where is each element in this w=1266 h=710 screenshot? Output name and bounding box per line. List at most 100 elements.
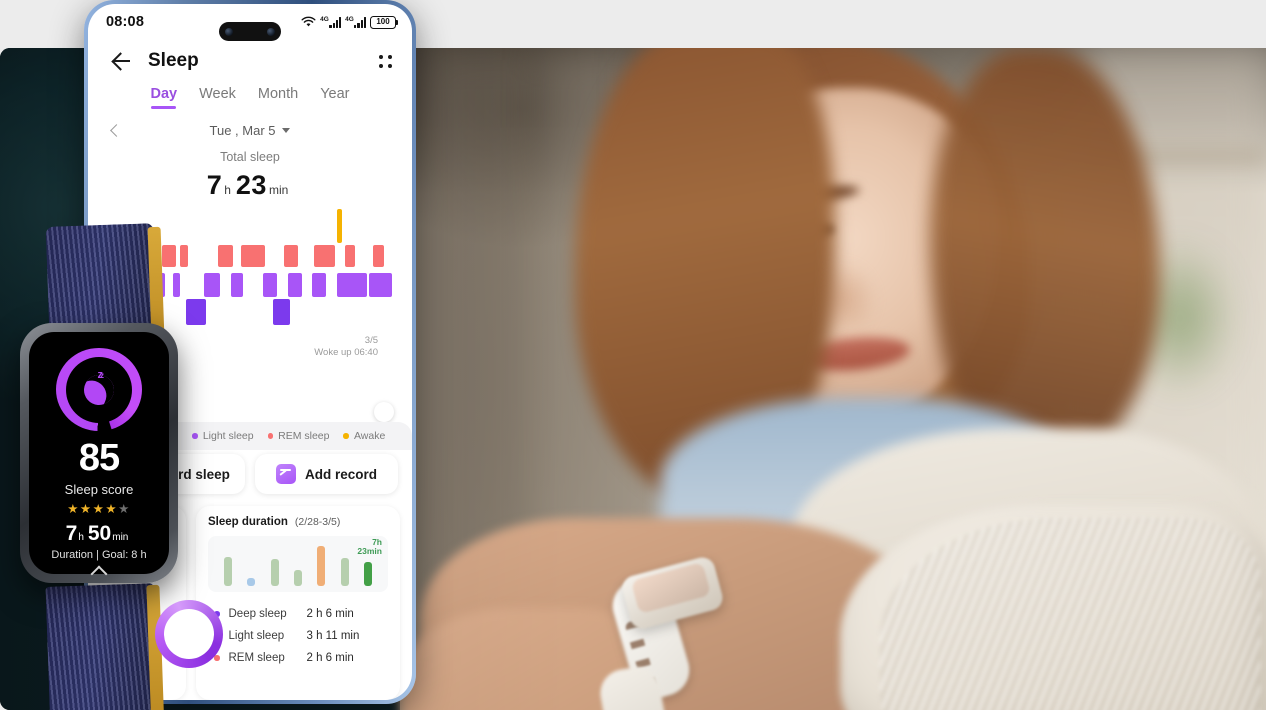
stage-name-rem: REM sleep bbox=[228, 652, 285, 664]
watch-duration-hours-unit: h bbox=[78, 532, 84, 544]
stage-name-light: Light sleep bbox=[228, 630, 285, 642]
legend-label-awake: Awake bbox=[353, 430, 386, 442]
tab-month[interactable]: Month bbox=[258, 86, 298, 109]
hypnogram-segment bbox=[313, 245, 336, 267]
hypnogram-segment bbox=[204, 273, 220, 297]
hypnogram-annotation: 3/5 Woke up 06:40 bbox=[314, 335, 378, 359]
stage-value-deep: 2 h 6 min bbox=[306, 608, 354, 620]
status-bar: 08:08 4G 4G 100 bbox=[88, 4, 412, 41]
watch-screen[interactable]: zz 85 Sleep score ★★★★★ 7h 50min Duration… bbox=[29, 332, 169, 574]
chevron-down-icon[interactable] bbox=[282, 128, 291, 133]
duration-bar bbox=[340, 557, 349, 586]
selected-date[interactable]: Tue , Mar 5 bbox=[210, 123, 276, 138]
watch-duration-hours: 7 bbox=[65, 522, 78, 546]
star-icon: ★ bbox=[118, 502, 131, 517]
watch-duration-minutes: 50 bbox=[87, 522, 112, 546]
total-sleep-label: Total sleep bbox=[220, 150, 280, 164]
hypnogram-segment bbox=[311, 273, 326, 297]
hypnogram-segment bbox=[368, 273, 393, 297]
total-sleep-minutes-unit: min bbox=[268, 183, 289, 197]
hypnogram-segment bbox=[345, 245, 355, 267]
stage-row-rem: REM sleep 2 h 6 min bbox=[208, 647, 388, 669]
stage-row-light: Light sleep 3 h 11 min bbox=[208, 625, 388, 647]
status-bar-time: 08:08 bbox=[106, 14, 145, 30]
front-camera-punchhole bbox=[219, 22, 281, 41]
duration-bar bbox=[317, 545, 326, 586]
screenshot-root: 08:08 4G 4G 100 Sleep Day Week Month Yea… bbox=[0, 0, 1266, 710]
watch-star-rating: ★★★★★ bbox=[67, 501, 131, 516]
sleep-stage-list: Deep sleep 2 h 6 min Light sleep 3 h 11 … bbox=[208, 603, 388, 669]
star-icon: ★ bbox=[67, 502, 80, 517]
total-sleep-value: 7 h 23 min bbox=[88, 170, 412, 201]
chevron-left-icon[interactable] bbox=[108, 124, 122, 138]
date-navigation: Tue , Mar 5 bbox=[88, 123, 412, 138]
sleep-duration-range: (2/28-3/5) bbox=[294, 516, 341, 528]
sleep-duration-bar-chart[interactable]: 7h 23min bbox=[208, 536, 388, 592]
sleep-duration-header: Sleep duration (2/28-3/5) bbox=[208, 516, 388, 528]
hypnogram-segment bbox=[272, 299, 291, 325]
hypnogram-segment bbox=[337, 273, 367, 297]
total-sleep-hours: 7 bbox=[206, 170, 223, 200]
duration-bar bbox=[270, 558, 279, 586]
sleep-duration-title: Sleep duration bbox=[208, 516, 288, 528]
stage-value-light: 3 h 11 min bbox=[306, 630, 360, 642]
duration-bar bbox=[247, 577, 256, 586]
app-header: Sleep bbox=[88, 40, 412, 76]
legend-dot-rem-icon bbox=[267, 433, 274, 439]
add-record-button[interactable]: Add record bbox=[255, 454, 398, 494]
duration-bar bbox=[364, 562, 373, 586]
wifi-icon bbox=[301, 16, 316, 27]
hypnogram-segment bbox=[231, 273, 244, 297]
tab-week[interactable]: Week bbox=[199, 86, 236, 109]
hypnogram-segment bbox=[217, 245, 234, 267]
camera-lens-icon bbox=[225, 27, 233, 36]
legend-label-light: Light sleep bbox=[202, 430, 254, 442]
battery-level: 100 bbox=[376, 17, 390, 26]
stage-row-deep: Deep sleep 2 h 6 min bbox=[208, 603, 388, 625]
more-options-icon[interactable] bbox=[379, 54, 392, 68]
hypnogram-segment bbox=[337, 209, 343, 243]
hypnogram-wake-note: Woke up 06:40 bbox=[314, 347, 378, 359]
star-icon: ★ bbox=[92, 502, 106, 517]
star-icon: ★ bbox=[79, 502, 93, 517]
watch-goal-text: Duration | Goal: 8 h bbox=[51, 549, 147, 562]
watch-band-lower bbox=[45, 583, 159, 710]
status-bar-icons: 4G 4G 100 bbox=[301, 15, 399, 29]
battery-icon: 100 bbox=[370, 15, 399, 29]
legend-label-rem: REM sleep bbox=[278, 430, 330, 442]
stage-value-rem: 2 h 6 min bbox=[306, 652, 354, 664]
total-sleep-minutes: 23 bbox=[235, 170, 267, 200]
hypnogram-segment bbox=[372, 245, 385, 267]
duration-bar bbox=[223, 556, 232, 586]
hypnogram-segment bbox=[262, 273, 277, 297]
watch-sleep-score-label: Sleep score bbox=[64, 482, 134, 498]
sleep-duration-highlight: 7h 23min bbox=[357, 537, 382, 557]
total-sleep-hours-unit: h bbox=[224, 183, 231, 197]
highlight-minutes: 23min bbox=[357, 546, 382, 557]
hypnogram-segment bbox=[288, 273, 302, 297]
signal-4g-icon: 4G bbox=[320, 16, 342, 28]
chevron-up-icon[interactable] bbox=[90, 565, 108, 574]
watch-sleep-score: 85 bbox=[78, 437, 120, 480]
hypnogram-date-marker: 3/5 bbox=[364, 335, 378, 347]
page-title: Sleep bbox=[148, 50, 199, 71]
zzz-icon: zz bbox=[97, 369, 104, 381]
tab-day[interactable]: Day bbox=[150, 86, 177, 109]
signal-4g-icon: 4G bbox=[345, 16, 366, 28]
period-tabs: Day Week Month Year bbox=[88, 76, 412, 109]
star-icon: ★ bbox=[105, 502, 119, 517]
duration-bar bbox=[293, 570, 302, 586]
sleep-duration-card[interactable]: Sleep duration (2/28-3/5) 7h 23min Deep … bbox=[196, 506, 400, 700]
add-record-icon bbox=[275, 464, 296, 484]
stage-name-deep: Deep sleep bbox=[228, 608, 287, 620]
scroll-handle[interactable] bbox=[374, 402, 394, 422]
back-arrow-icon[interactable] bbox=[110, 50, 132, 72]
watch-duration: 7h 50min bbox=[66, 522, 133, 546]
camera-lens-icon bbox=[267, 27, 275, 36]
legend-dot-awake-icon bbox=[343, 433, 349, 439]
tab-year[interactable]: Year bbox=[320, 86, 349, 109]
legend-item-light: Light sleep bbox=[192, 430, 254, 442]
add-record-label: Add record bbox=[304, 466, 377, 482]
watch-case: zz 85 Sleep score ★★★★★ 7h 50min Duration… bbox=[20, 323, 178, 583]
hypnogram-segment bbox=[241, 245, 265, 267]
